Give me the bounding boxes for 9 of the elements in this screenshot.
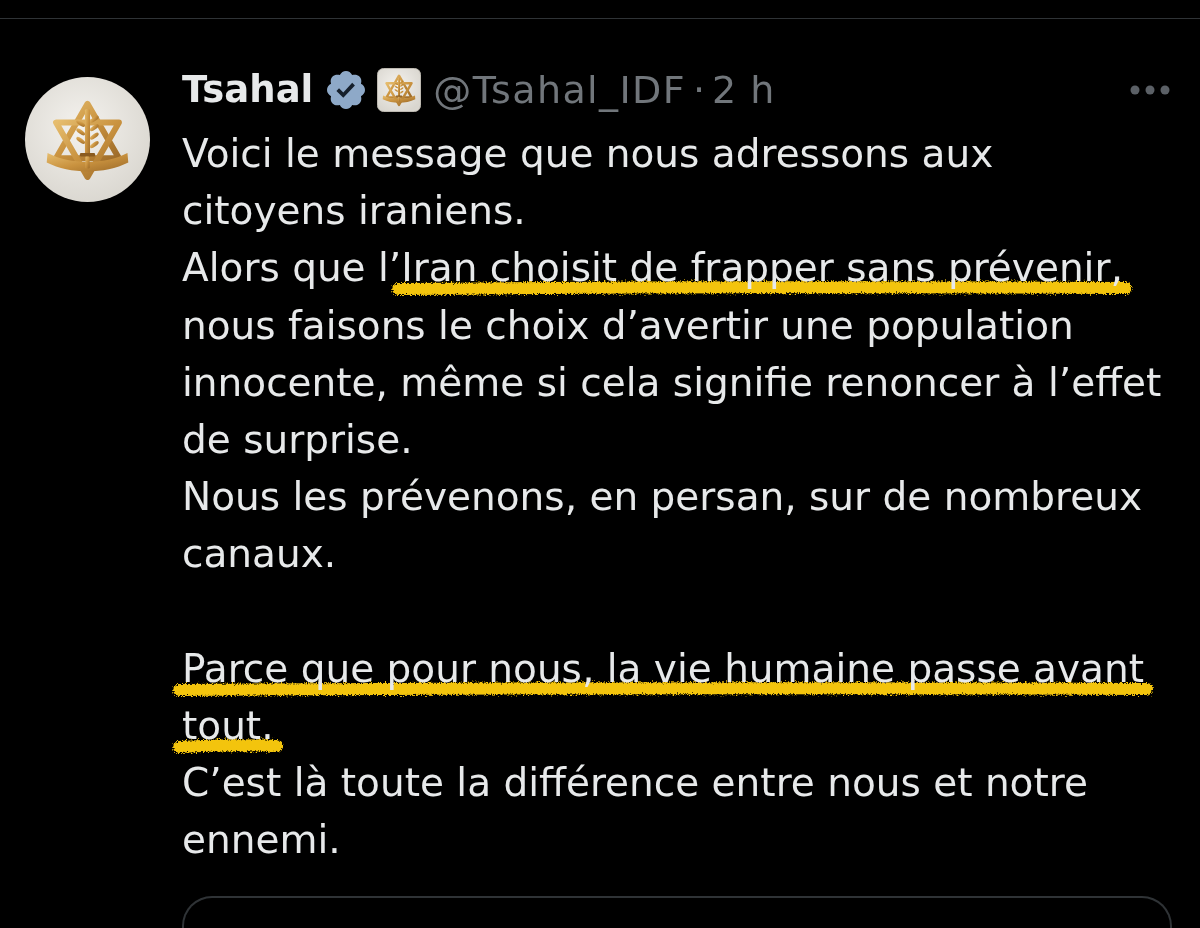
separator-dot: · xyxy=(693,67,706,113)
post-text: Parce que pour nous, la vie humaine passe avant tout. C’est là toute la différence entre nous et notre ennemi. xyxy=(182,644,1145,865)
more-icon[interactable] xyxy=(1130,85,1170,95)
emblem-badge-icon[interactable] xyxy=(377,68,422,112)
avatar-drawing[interactable] xyxy=(25,77,150,202)
post-text: Voici le message que nous adressons aux citoyens iraniens. Alors que l’Iran choisit de frapper sans prévenir, nous faisons le choix d’avertir une population innocente, même si cela signifie renoncer à l’effet de surprise. Nous les prévenons, en persan, sur de nombreux canaux. xyxy=(182,130,1163,579)
author-handle[interactable]: @Tsahal_IDF xyxy=(433,67,686,113)
post-time[interactable]: 2 h xyxy=(712,67,776,113)
author-name[interactable]: Tsahal xyxy=(182,67,314,113)
